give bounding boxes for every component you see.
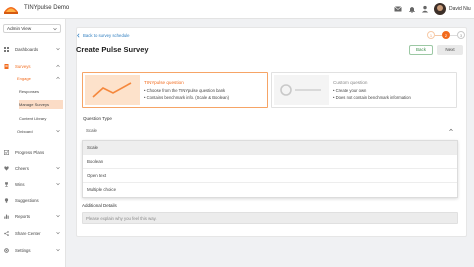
sidebar-item-settings[interactable]: Settings (0, 246, 66, 255)
custom-question-card[interactable]: Custom question • Create your own • Does… (271, 72, 457, 108)
sidebar-item-surveys[interactable]: Surveys (0, 62, 66, 71)
option-label: Boolean (87, 159, 104, 164)
option-label: Multiple choice (87, 187, 117, 192)
chevron-down-icon (56, 231, 60, 235)
sidebar-item-progress-plans[interactable]: Progress Plans (0, 148, 66, 157)
sidebar-item-label: Onboard (17, 129, 33, 134)
circle-line-illustration (274, 75, 329, 105)
sidebar-item-label: Cheers (15, 166, 29, 171)
sidebar-item-manage-surveys[interactable]: Manage Surveys (19, 100, 63, 109)
bell-icon[interactable] (408, 5, 416, 13)
additional-details-input[interactable] (82, 212, 458, 224)
sidebar-item-responses[interactable]: Responses (19, 87, 63, 96)
sidebar-item-content-library[interactable]: Content Library (19, 114, 63, 123)
sidebar-item-onboard[interactable]: Onboard (15, 127, 63, 136)
sidebar-item-label: Surveys (15, 64, 31, 69)
option-label: Scale (87, 145, 98, 150)
sidebar-item-reports[interactable]: Reports (0, 212, 66, 221)
step-connector (435, 35, 442, 36)
top-bar: TINYpulse Demo David Niu (0, 0, 474, 19)
chevron-up-icon (56, 76, 60, 80)
option-boolean[interactable]: Boolean (83, 155, 457, 169)
chevron-down-icon (56, 248, 60, 252)
sidebar-item-label: Content Library (19, 116, 47, 121)
user-icon[interactable] (421, 5, 429, 13)
sidebar-item-label: Reports (15, 214, 31, 219)
additional-details-label: Additional Details (82, 203, 117, 208)
checklist-icon (4, 150, 9, 155)
survey-icon (4, 64, 9, 69)
tinypulse-question-card[interactable]: TINYpulse question • Choose from the TIN… (82, 72, 268, 108)
bar-chart-icon (4, 214, 9, 219)
chevron-down-icon (56, 47, 60, 51)
option-scale[interactable]: Scale (83, 141, 457, 155)
chevron-down-icon (56, 129, 60, 133)
chevron-down-icon (56, 166, 60, 170)
chevron-down-icon (53, 27, 57, 31)
sidebar-item-wins[interactable]: Wins (0, 180, 66, 189)
question-type-label: Question Type (83, 116, 112, 121)
avatar[interactable] (434, 3, 446, 15)
sidebar-item-share-center[interactable]: Share Center (0, 229, 66, 238)
step-3[interactable]: 3 (457, 31, 465, 39)
sidebar-item-label: Progress Plans (15, 150, 45, 155)
sidebar-item-label: Responses (19, 89, 40, 94)
progress-stepper: 1 2 3 (427, 31, 467, 40)
sidebar-item-label: Suggestions (15, 198, 39, 203)
tinypulse-logo[interactable] (3, 3, 19, 15)
sidebar-item-suggestions[interactable]: Suggestions (0, 196, 66, 205)
user-name[interactable]: David Niu (449, 6, 471, 12)
step-1[interactable]: 1 (427, 31, 435, 39)
view-select-value: Admin View (7, 26, 32, 31)
card-bullet: • Contains benchmark info. (Scale & Bool… (144, 95, 230, 100)
sidebar-item-label: Dashboards (15, 47, 39, 52)
share-icon (4, 231, 9, 236)
trophy-icon (5, 182, 8, 187)
sidebar-item-label: Manage Surveys (19, 102, 50, 107)
app-title: TINYpulse Demo (24, 5, 70, 11)
step-connector (450, 35, 457, 36)
sidebar: Admin View Dashboards Surveys Engage Res… (0, 19, 66, 267)
question-type-select[interactable]: Scale (82, 125, 458, 136)
question-type-dropdown: Scale Boolean Open text Multiple choice (82, 140, 458, 198)
gear-icon (4, 248, 9, 253)
option-open-text[interactable]: Open text (83, 169, 457, 183)
chevron-up-icon (449, 128, 453, 132)
chevron-up-icon (56, 64, 60, 68)
page-title: Create Pulse Survey (76, 45, 149, 54)
option-multiple-choice[interactable]: Multiple choice (83, 183, 457, 197)
dashboard-icon (4, 47, 9, 52)
card-title: Custom question (333, 80, 368, 85)
back-to-schedule-link[interactable]: Back to survey schedule (83, 33, 130, 38)
chevron-down-icon (56, 214, 60, 218)
sidebar-item-label: Share Center (15, 231, 41, 236)
card-title: TINYpulse question (144, 80, 184, 85)
next-button[interactable]: Next (437, 45, 463, 55)
card-bullet: • Create your own (333, 88, 367, 93)
sidebar-item-label: Wins (15, 182, 25, 187)
lightbulb-icon (4, 198, 9, 203)
heart-icon (4, 166, 9, 171)
sidebar-item-engage[interactable]: Engage (15, 74, 63, 83)
sidebar-item-label: Settings (15, 248, 31, 253)
question-type-value: Scale (86, 128, 97, 133)
sidebar-item-label: Engage (17, 76, 31, 81)
mail-icon[interactable] (394, 5, 402, 13)
chevron-left-icon[interactable] (76, 33, 81, 38)
trend-line-illustration (85, 75, 140, 105)
sidebar-item-cheers[interactable]: Cheers (0, 164, 66, 173)
step-2[interactable]: 2 (442, 31, 450, 39)
sidebar-item-dashboards[interactable]: Dashboards (0, 45, 66, 54)
back-button[interactable]: Back (409, 45, 433, 55)
card-bullet: • Does not contain benchmark information (333, 95, 411, 100)
view-select[interactable]: Admin View (3, 24, 61, 33)
chevron-down-icon (56, 182, 60, 186)
option-label: Open text (87, 173, 107, 178)
card-bullet: • Choose from the TINYpulse question ban… (144, 88, 226, 93)
